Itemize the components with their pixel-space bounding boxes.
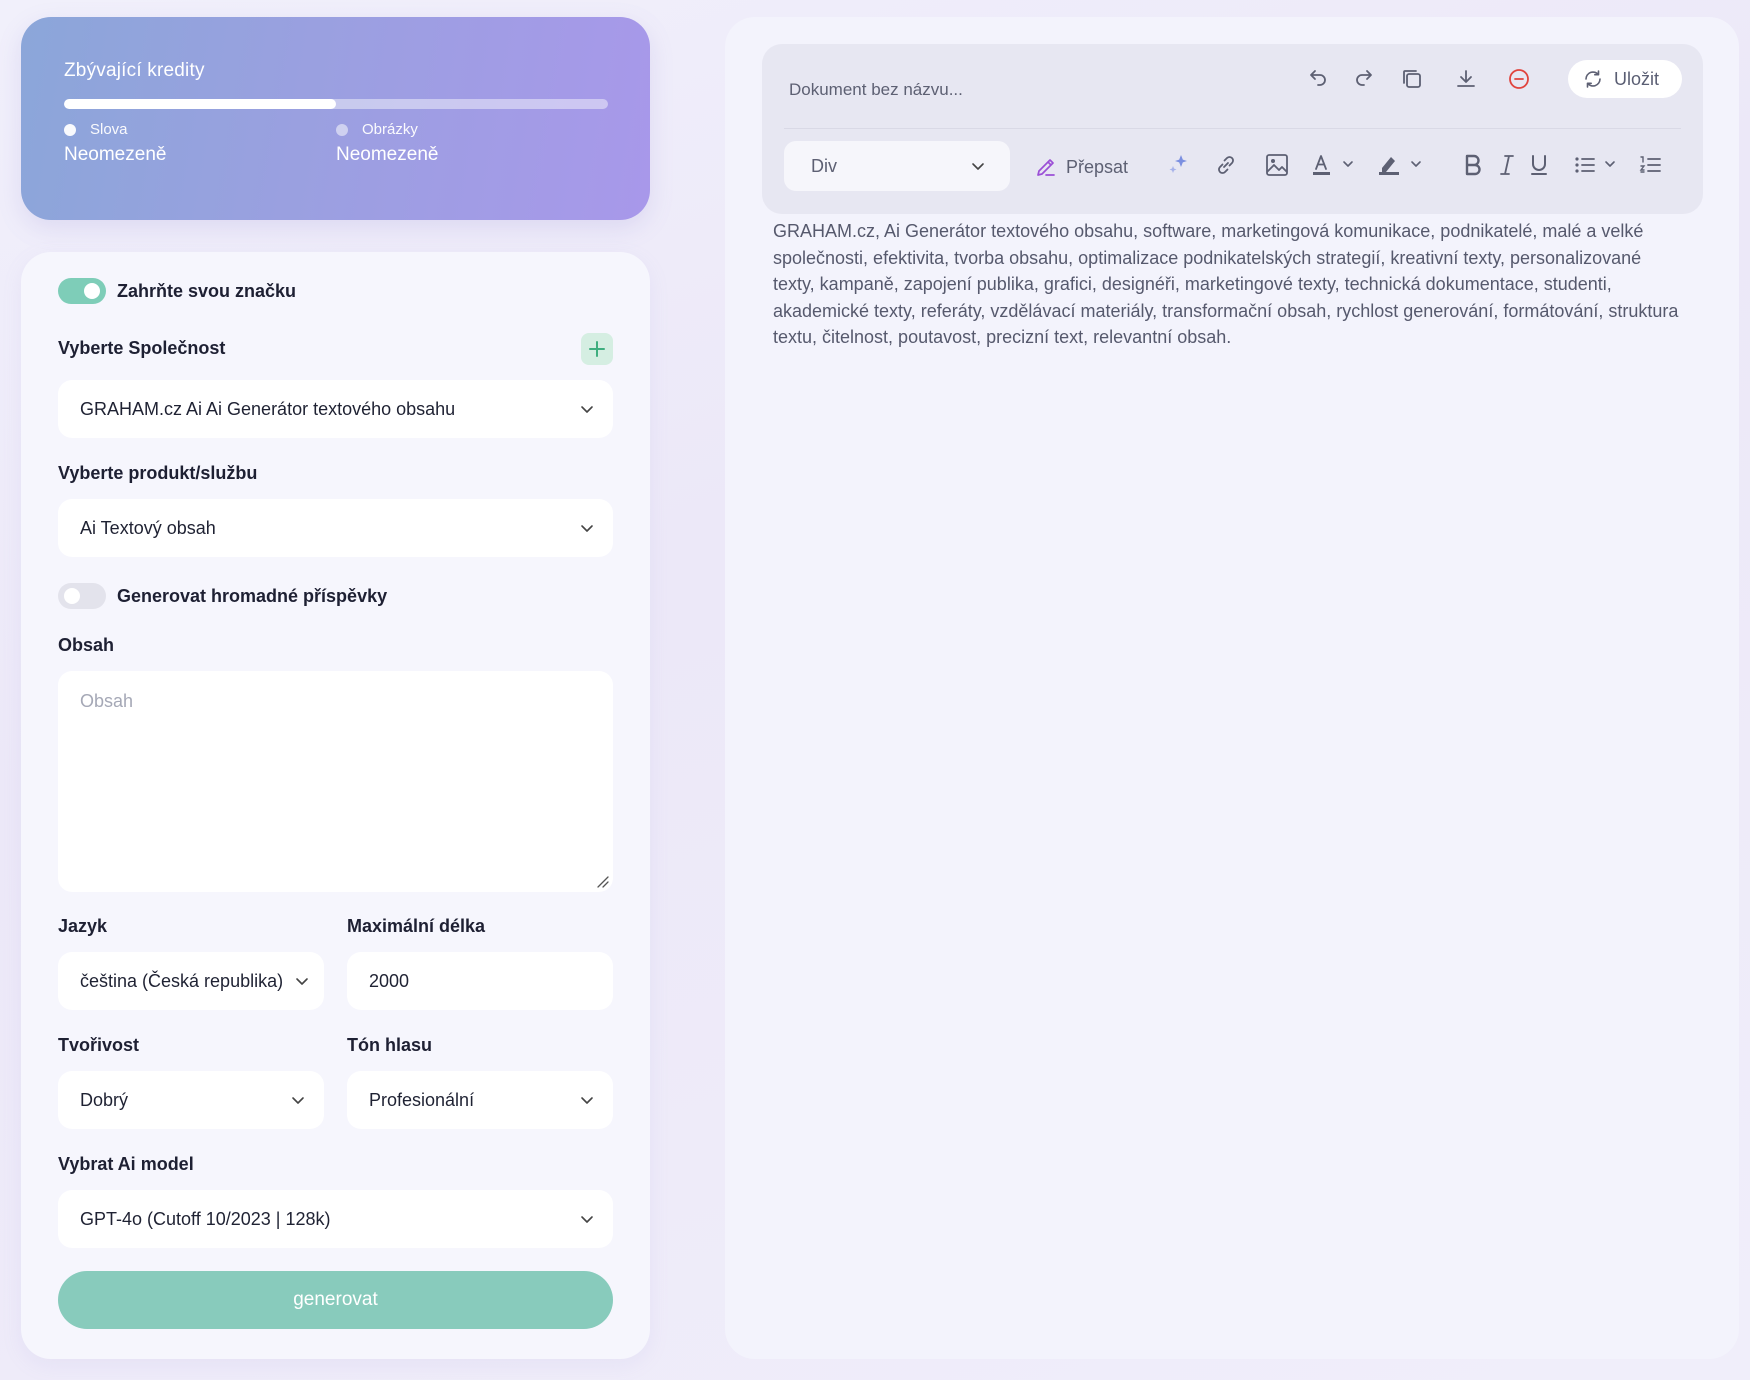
tone-label: Tón hlasu xyxy=(347,1035,432,1055)
undo-icon xyxy=(1310,70,1326,86)
credits-progress-bar xyxy=(64,99,608,109)
bullet-list-icon xyxy=(1575,157,1615,173)
credits-progress-fill xyxy=(64,99,336,109)
language-label: Jazyk xyxy=(58,916,108,936)
credits-images-label: Obrázky xyxy=(362,121,418,138)
bold-button[interactable] xyxy=(1459,151,1487,179)
toolbar-divider xyxy=(784,128,1681,129)
chevron-down-icon xyxy=(581,406,593,413)
company-label: Vyberte Společnost xyxy=(58,338,226,358)
image-icon xyxy=(1266,154,1288,176)
refresh-icon xyxy=(1585,70,1601,88)
credits-words: Slova Neomezeně xyxy=(64,121,336,166)
company-select-value: GRAHAM.cz Ai Ai Generátor textového obsa… xyxy=(80,398,456,419)
italic-button[interactable] xyxy=(1493,151,1521,179)
bulk-toggle-label: Generovat hromadné příspěvky xyxy=(117,585,388,606)
chevron-down-icon xyxy=(581,1216,593,1223)
bulk-toggle-row: Generovat hromadné příspěvky xyxy=(58,583,387,609)
delete-icon xyxy=(1509,69,1529,89)
ai-sparkle-button[interactable] xyxy=(1165,151,1193,179)
delete-button[interactable] xyxy=(1505,65,1533,93)
link-icon xyxy=(1218,156,1234,174)
highlight-button[interactable] xyxy=(1376,151,1430,179)
chevron-down-icon xyxy=(581,525,593,532)
language-select[interactable]: čeština (Česká republika) xyxy=(58,952,324,1010)
generate-button[interactable]: generovat xyxy=(58,1271,613,1329)
underline-icon xyxy=(1531,155,1547,175)
chevron-down-icon xyxy=(972,163,984,170)
creativity-select-value: Dobrý xyxy=(80,1089,129,1110)
credits-images-value: Neomezeně xyxy=(336,144,439,165)
brand-toggle-row: Zahrňte svou značku xyxy=(58,278,296,304)
editor-toolbar: Dokument bez názvu... Uložit Div Přepsat xyxy=(762,44,1703,214)
credits-title: Zbývající kredity xyxy=(64,60,205,81)
product-select[interactable]: Ai Textový obsah xyxy=(58,499,613,557)
rewrite-label: Přepsat xyxy=(1066,156,1129,177)
max-length-value: 2000 xyxy=(369,970,410,991)
sparkle-icon xyxy=(1169,155,1187,173)
numbered-list-button[interactable] xyxy=(1636,151,1664,179)
images-dot-icon xyxy=(336,123,348,136)
add-company-button[interactable] xyxy=(581,333,613,365)
tone-select[interactable]: Profesionální xyxy=(347,1071,613,1129)
content-textarea[interactable]: Obsah xyxy=(58,671,613,892)
resize-handle-icon[interactable] xyxy=(595,874,609,888)
bulk-toggle[interactable] xyxy=(58,583,106,609)
words-dot-icon xyxy=(64,123,76,136)
creativity-select[interactable]: Dobrý xyxy=(58,1071,324,1129)
app-page: Zbývající kredity Slova Neomezeně Obrázk… xyxy=(0,0,1750,1380)
text-color-button[interactable] xyxy=(1310,151,1364,179)
generator-form: Zahrňte svou značku Vyberte Společnost G… xyxy=(21,252,650,1359)
italic-icon xyxy=(1500,155,1514,175)
max-length-label: Maximální délka xyxy=(347,916,486,936)
block-type-value: Div xyxy=(811,155,837,176)
pencil-icon xyxy=(1037,159,1055,176)
chevron-down-icon xyxy=(292,1097,304,1104)
brand-toggle-label: Zahrňte svou značku xyxy=(117,280,297,301)
image-button[interactable] xyxy=(1263,151,1291,179)
content-placeholder: Obsah xyxy=(80,691,134,711)
save-button[interactable]: Uložit xyxy=(1568,60,1682,98)
undo-button[interactable] xyxy=(1304,65,1332,93)
tone-select-value: Profesionální xyxy=(369,1089,475,1110)
bold-icon xyxy=(1465,154,1481,176)
bullet-list-button[interactable] xyxy=(1572,151,1626,179)
model-select[interactable]: GPT-4o (Cutoff 10/2023 | 128k) xyxy=(58,1190,613,1248)
copy-button[interactable] xyxy=(1398,65,1426,93)
company-select[interactable]: GRAHAM.cz Ai Ai Generátor textového obsa… xyxy=(58,380,613,438)
editor-panel: Dokument bez názvu... Uložit Div Přepsat… xyxy=(725,17,1739,1359)
model-select-value: GPT-4o (Cutoff 10/2023 | 128k) xyxy=(80,1208,331,1229)
save-label: Uložit xyxy=(1614,68,1660,89)
link-button[interactable] xyxy=(1212,151,1240,179)
product-select-value: Ai Textový obsah xyxy=(80,517,216,538)
editor-content[interactable]: GRAHAM.cz, Ai Generátor textového obsahu… xyxy=(773,218,1683,351)
credits-words-label: Slova xyxy=(90,121,128,138)
content-label: Obsah xyxy=(58,635,115,655)
brand-toggle[interactable] xyxy=(58,278,106,304)
highlight-icon xyxy=(1379,157,1421,175)
document-title[interactable]: Dokument bez názvu... xyxy=(789,80,963,100)
copy-icon xyxy=(1403,70,1421,88)
download-icon xyxy=(1457,70,1475,87)
creativity-label: Tvořivost xyxy=(58,1035,140,1055)
model-label: Vybrat Ai model xyxy=(58,1154,194,1174)
product-label: Vyberte produkt/službu xyxy=(58,463,258,483)
redo-icon xyxy=(1356,70,1372,86)
credits-images: Obrázky Neomezeně xyxy=(336,121,608,166)
language-select-value: čeština (Česká republika) xyxy=(80,970,284,991)
plus-icon xyxy=(589,341,605,357)
underline-button[interactable] xyxy=(1525,151,1553,179)
redo-button[interactable] xyxy=(1350,65,1378,93)
text-color-icon xyxy=(1313,155,1353,175)
chevron-down-icon xyxy=(581,1097,593,1104)
block-type-select[interactable]: Div xyxy=(784,141,1010,191)
credits-card: Zbývající kredity Slova Neomezeně Obrázk… xyxy=(21,17,650,220)
rewrite-button[interactable]: Přepsat xyxy=(1034,155,1128,179)
max-length-input[interactable]: 2000 xyxy=(347,952,613,1010)
credits-words-value: Neomezeně xyxy=(64,144,167,165)
numbered-list-icon xyxy=(1639,156,1661,173)
download-button[interactable] xyxy=(1452,65,1480,93)
chevron-down-icon xyxy=(296,978,308,985)
